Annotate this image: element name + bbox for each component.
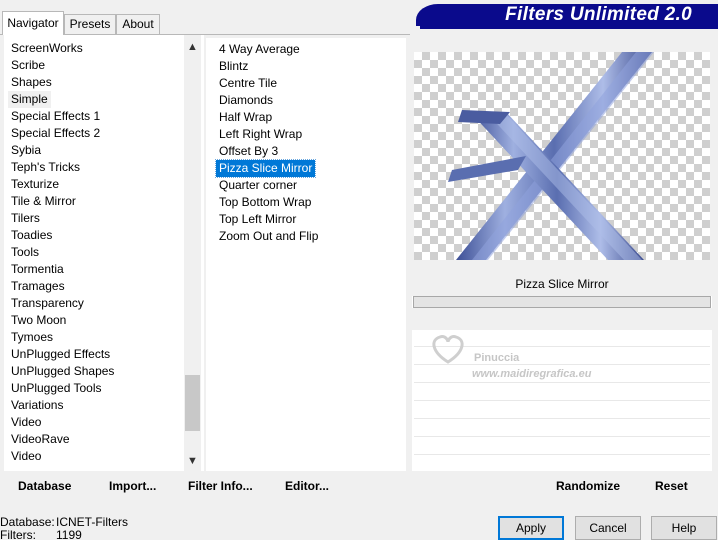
status-database-value: ICNET-Filters <box>56 515 128 529</box>
category-item[interactable]: UnPlugged Tools <box>8 380 105 397</box>
filter-item[interactable]: Blintz <box>216 58 251 75</box>
category-item[interactable]: Two Moon <box>8 312 69 329</box>
category-item[interactable]: Sybia <box>8 142 44 159</box>
filter-item[interactable]: Half Wrap <box>216 109 275 126</box>
apply-button[interactable]: Apply <box>498 516 564 540</box>
app-title-banner: Filters Unlimited 2.0 <box>416 4 718 26</box>
category-item[interactable]: Tile & Mirror <box>8 193 79 210</box>
category-item[interactable]: Video <box>8 414 44 431</box>
category-list: ScreenWorks Scribe Shapes Simple Special Eff… <box>8 40 117 465</box>
banner-underline <box>420 26 718 29</box>
filter-item[interactable]: Diamonds <box>216 92 276 109</box>
category-item[interactable]: Special Effects 2 <box>8 125 103 142</box>
status-database-label: Database: <box>0 515 55 529</box>
category-item[interactable]: VideoRave <box>8 431 73 448</box>
filter-preview <box>414 52 710 260</box>
randomize-button[interactable]: Randomize <box>556 479 620 493</box>
parameter-row-divider <box>414 382 710 383</box>
parameter-slider-slot[interactable] <box>413 296 711 308</box>
category-item[interactable]: Transparency <box>8 295 87 312</box>
parameter-row-divider <box>414 436 710 437</box>
category-item[interactable]: Simple <box>8 91 51 108</box>
database-button[interactable]: Database <box>18 479 71 493</box>
filter-item[interactable]: Quarter corner <box>216 177 300 194</box>
parameter-row-divider <box>414 400 710 401</box>
import-button[interactable]: Import... <box>109 479 156 493</box>
left-toolbar: Database Import... Filter Info... Editor… <box>4 471 408 501</box>
category-item[interactable]: Scribe <box>8 57 48 74</box>
filter-item[interactable]: Left Right Wrap <box>216 126 305 143</box>
watermark-url: www.maidiregrafica.eu <box>472 368 592 380</box>
tab-presets[interactable]: Presets <box>64 14 116 34</box>
filter-item[interactable]: Centre Tile <box>216 75 280 92</box>
filter-list: 4 Way Average Blintz Centre Tile Diamonds Ha… <box>214 41 321 245</box>
filter-item[interactable]: Zoom Out and Flip <box>216 228 321 245</box>
reset-button[interactable]: Reset <box>655 479 688 493</box>
category-item[interactable]: Tilers <box>8 210 43 227</box>
parameter-row-divider <box>414 418 710 419</box>
filter-item[interactable]: Top Left Mirror <box>216 211 299 228</box>
editor-button[interactable]: Editor... <box>285 479 329 493</box>
category-list-panel: ScreenWorks Scribe Shapes Simple Special Eff… <box>4 35 204 471</box>
status-filters-value: 1199 <box>56 528 82 540</box>
tab-navigator[interactable]: Navigator <box>2 11 64 35</box>
category-item[interactable]: Variations <box>8 397 66 414</box>
selected-filter-name: Pizza Slice Mirror <box>412 272 712 296</box>
watermark-name: Pinuccia <box>474 352 520 364</box>
category-item[interactable]: Tools <box>8 244 42 261</box>
filter-item[interactable]: Top Bottom Wrap <box>216 194 314 211</box>
cancel-button[interactable]: Cancel <box>575 516 641 540</box>
category-item[interactable]: Tormentia <box>8 261 67 278</box>
status-filters-label: Filters: <box>0 528 36 540</box>
help-button[interactable]: Help <box>651 516 717 540</box>
right-toolbar: Randomize Reset <box>412 471 712 501</box>
category-item[interactable]: Toadies <box>8 227 55 244</box>
filter-item[interactable]: 4 Way Average <box>216 41 303 58</box>
filter-info-button[interactable]: Filter Info... <box>188 479 253 493</box>
tab-about[interactable]: About <box>116 14 160 34</box>
category-item[interactable]: Special Effects 1 <box>8 108 103 125</box>
category-item[interactable]: Texturize <box>8 176 62 193</box>
watermark: Pinuccia www.maidiregrafica.eu <box>424 332 624 382</box>
category-item[interactable]: UnPlugged Shapes <box>8 363 117 380</box>
category-item[interactable]: ScreenWorks <box>8 40 86 57</box>
filter-list-panel: 4 Way Average Blintz Centre Tile Diamonds Ha… <box>206 38 406 471</box>
filter-item[interactable]: Pizza Slice Mirror <box>214 159 317 178</box>
filter-item[interactable]: Offset By 3 <box>216 143 281 160</box>
preview-x-shape <box>448 52 654 260</box>
category-item[interactable]: Tramages <box>8 278 68 295</box>
category-item[interactable]: Video <box>8 448 44 465</box>
chevron-down-icon[interactable]: ▼ <box>184 453 201 470</box>
category-item[interactable]: Shapes <box>8 74 55 91</box>
scrollbar-thumb[interactable] <box>185 375 200 431</box>
parameter-grey-row <box>412 308 712 330</box>
category-item[interactable]: Teph's Tricks <box>8 159 83 176</box>
category-scrollbar[interactable]: ▲ ▼ <box>184 35 201 471</box>
watermark-logo-icon <box>432 335 464 364</box>
category-item[interactable]: UnPlugged Effects <box>8 346 113 363</box>
chevron-up-icon[interactable]: ▲ <box>184 39 201 56</box>
category-item[interactable]: Tymoes <box>8 329 56 346</box>
parameter-row-divider <box>414 454 710 455</box>
